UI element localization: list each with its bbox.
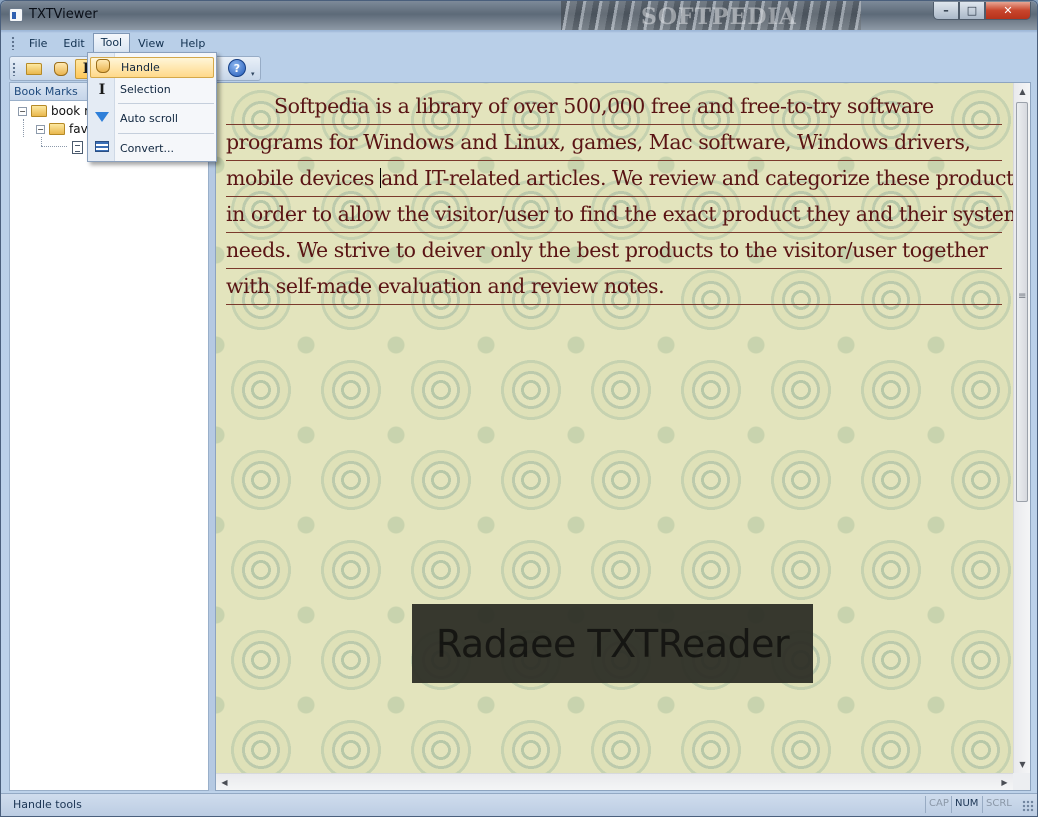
menu-item-label: Auto scroll <box>120 112 178 125</box>
vertical-scroll-thumb[interactable] <box>1016 102 1028 502</box>
status-cap: CAP <box>925 796 952 813</box>
menu-separator <box>118 133 214 134</box>
status-scrl: SCRL <box>982 796 1015 813</box>
help-icon[interactable]: ? <box>228 59 246 77</box>
tree-connector <box>41 137 42 146</box>
scroll-left-arrow[interactable]: ◀ <box>216 774 233 790</box>
document-text[interactable]: Softpedia is a library of over 500,000 f… <box>226 89 1024 305</box>
hand-icon <box>96 58 110 73</box>
open-folder-icon <box>26 62 42 75</box>
text-line: in order to allow the visitor/user to fi… <box>226 197 1023 233</box>
tree-item-label: fav <box>69 122 88 136</box>
scrollbar-corner <box>1013 773 1030 790</box>
text-line: mobile devices and IT-related articles. … <box>226 161 1024 197</box>
scroll-up-arrow[interactable]: ▲ <box>1014 83 1030 100</box>
tree-connector <box>41 146 67 147</box>
menu-edit[interactable]: Edit <box>55 34 92 53</box>
status-message: Handle tools <box>13 798 82 811</box>
scroll-right-arrow[interactable]: ▶ <box>996 774 1013 790</box>
text-line: programs for Windows and Linux, games, M… <box>226 125 1002 161</box>
menu-item-auto-scroll[interactable]: Auto scroll <box>90 108 214 129</box>
menu-separator <box>118 103 214 104</box>
window-title: TXTViewer <box>29 7 98 22</box>
vertical-scrollbar[interactable]: ▲ ▼ <box>1013 83 1030 773</box>
menu-item-handle[interactable]: Handle <box>90 57 214 78</box>
tree-item-favorites[interactable]: − fav <box>36 120 88 138</box>
menu-item-label: Selection <box>120 83 171 96</box>
scroll-down-arrow[interactable]: ▼ <box>1014 756 1030 773</box>
text-line: with self-made evaluation and review not… <box>226 269 1002 305</box>
menu-view[interactable]: View <box>130 34 172 53</box>
folder-icon <box>49 123 65 135</box>
convert-icon <box>95 141 109 152</box>
caption-overlay: Radaee TXTReader <box>412 604 813 683</box>
tree-collapse-toggle[interactable]: − <box>36 124 45 134</box>
menu-bar: File Edit Tool View Help <box>9 32 1031 54</box>
tree-collapse-toggle[interactable]: − <box>18 106 27 116</box>
status-bar: Handle tools CAP NUM SCRL <box>1 793 1037 816</box>
text-line: Softpedia is a library of over 500,000 f… <box>226 89 1002 125</box>
document-view[interactable]: Softpedia is a library of over 500,000 f… <box>215 82 1031 791</box>
softpedia-watermark: SOFTPEDIA <box>641 4 797 30</box>
hand-tool-button[interactable] <box>50 59 72 79</box>
maximize-button[interactable]: □ <box>959 2 985 20</box>
text-segment: and IT-related articles. We review and c… <box>380 166 1024 190</box>
menu-item-selection[interactable]: I Selection <box>90 79 214 100</box>
caption-text: Radaee TXTReader <box>435 621 790 666</box>
minimize-button[interactable]: – <box>933 2 959 20</box>
close-button[interactable]: ✕ <box>985 2 1031 20</box>
toolbar-overflow-icon[interactable]: ▾ <box>251 70 259 79</box>
auto-scroll-icon <box>95 112 109 122</box>
bookmarks-tree[interactable]: − book r − fav <box>9 101 209 791</box>
hand-icon <box>54 61 68 76</box>
menu-file[interactable]: File <box>21 34 55 53</box>
tree-item-book[interactable]: − book r <box>18 102 89 120</box>
resize-grip[interactable] <box>1022 800 1034 812</box>
menu-help[interactable]: Help <box>172 34 213 53</box>
open-folder-button[interactable] <box>25 59 47 79</box>
app-icon[interactable] <box>9 8 23 22</box>
tree-connector <box>23 119 24 137</box>
window-controls: – □ ✕ <box>933 2 1031 20</box>
menu-item-label: Convert... <box>120 142 174 155</box>
tool-menu-dropdown: Handle I Selection Auto scroll Convert..… <box>87 52 217 162</box>
menu-item-label: Handle <box>121 61 160 74</box>
menu-tool[interactable]: Tool <box>92 33 131 53</box>
tree-item-label: book r <box>51 104 89 118</box>
horizontal-scrollbar[interactable]: ◀ ▶ <box>216 773 1013 790</box>
folder-icon <box>31 105 47 117</box>
menu-item-convert[interactable]: Convert... <box>90 138 214 159</box>
selection-icon: I <box>98 81 106 98</box>
text-segment: mobile devices <box>226 166 380 190</box>
title-bar[interactable]: SOFTPEDIA TXTViewer – □ ✕ <box>1 1 1037 30</box>
tree-item-file[interactable] <box>72 138 87 156</box>
text-file-icon <box>72 140 83 154</box>
menubar-grip-handle[interactable] <box>11 36 15 50</box>
status-num: NUM <box>951 796 981 813</box>
app-window: SOFTPEDIA TXTViewer – □ ✕ File Edit Tool… <box>0 0 1038 817</box>
toolbar-grip-handle[interactable] <box>12 61 16 76</box>
text-line: needs. We strive to deiver only the best… <box>226 233 1002 269</box>
document-page[interactable]: Softpedia is a library of over 500,000 f… <box>216 83 1024 773</box>
